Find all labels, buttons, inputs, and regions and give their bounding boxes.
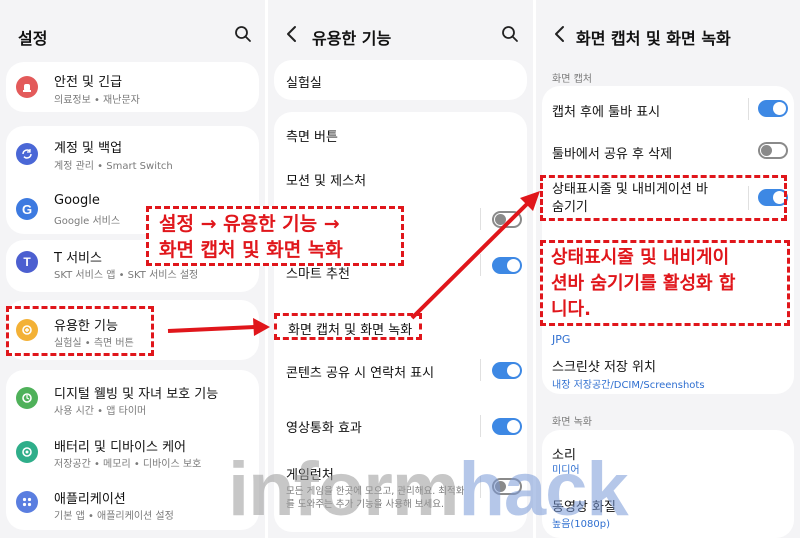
item-subtitle: 의료정보 • 재난문자 bbox=[54, 95, 140, 106]
path-callout: 설정 → 유용한 기능 → 화면 캡처 및 화면 녹화 bbox=[146, 206, 404, 266]
item-title: 계정 및 백업 bbox=[54, 141, 123, 156]
settings-item-battery[interactable]: 배터리 및 디바이스 케어 저장공간 • 메모리 • 디바이스 보호 bbox=[6, 426, 259, 478]
search-icon[interactable] bbox=[234, 25, 252, 43]
item-subtitle: SKT 서비스 앱 • SKT 서비스 설정 bbox=[54, 270, 199, 281]
item-subtitle: 내장 저장공간/DCIM/Screenshots bbox=[552, 380, 705, 391]
item-title: 영상통화 효과 bbox=[286, 421, 362, 436]
delete-toggle[interactable] bbox=[758, 142, 788, 159]
item-title: 스크린샷 저장 위치 bbox=[552, 360, 656, 375]
item-subtitle: JPG bbox=[552, 333, 571, 346]
advanced-header: 유용한 기능 bbox=[268, 0, 533, 62]
toggle-separator bbox=[480, 415, 481, 437]
note-line-2: 션바 숨기기를 활성화 합 bbox=[551, 273, 736, 294]
back-arrow-icon[interactable] bbox=[550, 24, 570, 44]
item-title: 디지털 웰빙 및 자녀 보호 기능 bbox=[54, 387, 219, 402]
note-line-1: 상태표시줄 및 내비게이 bbox=[551, 247, 730, 268]
item-subtitle: 기본 앱 • 애플리케이션 설정 bbox=[54, 511, 174, 522]
item-title: 애플리케이션 bbox=[54, 492, 126, 507]
settings-item-wellbeing[interactable]: 디지털 웰빙 및 자녀 보호 기능 사용 시간 • 앱 타이머 bbox=[6, 370, 259, 426]
section-header-record: 화면 녹화 bbox=[552, 417, 592, 428]
page-title: 화면 캡처 및 화면 녹화 bbox=[576, 29, 731, 48]
hidden-toggle[interactable] bbox=[492, 211, 522, 228]
item-title: 모션 및 제스처 bbox=[286, 174, 367, 189]
item-subtitle: Google 서비스 bbox=[54, 216, 121, 227]
item-title: Google bbox=[54, 193, 100, 208]
toggle-separator bbox=[480, 359, 481, 381]
smart-reco-toggle[interactable] bbox=[492, 257, 522, 274]
section-header-capture: 화면 캡처 bbox=[552, 74, 592, 85]
note-callout: 상태표시줄 및 내비게이 션바 숨기기를 활성화 합 니다. bbox=[540, 240, 790, 326]
screenshots-header: 화면 캡처 및 화면 녹화 bbox=[536, 0, 800, 62]
item-title: T 서비스 bbox=[54, 251, 102, 266]
list-item-video-effect[interactable]: 영상통화 효과 bbox=[274, 398, 527, 450]
page-title: 설정 bbox=[18, 29, 48, 48]
page-title: 유용한 기능 bbox=[312, 29, 392, 48]
google-icon: G bbox=[16, 198, 38, 220]
path-line-2: 화면 캡처 및 화면 녹화 bbox=[159, 239, 343, 261]
list-item-labs[interactable]: 실험실 bbox=[274, 60, 527, 100]
toggle-separator bbox=[480, 208, 481, 230]
settings-group-care: 디지털 웰빙 및 자녀 보호 기능 사용 시간 • 앱 타이머 배터리 및 디바… bbox=[6, 370, 259, 530]
highlight-screenshots-item bbox=[274, 313, 422, 340]
settings-panel: 설정 안전 및 긴급 의료정보 • 재난문자 계정 및 백업 계정 관리 • S… bbox=[0, 0, 265, 538]
sync-icon bbox=[16, 143, 38, 165]
note-line-3: 니다. bbox=[551, 299, 591, 320]
watermark-logo: informhack bbox=[228, 446, 629, 533]
item-subtitle: 사용 시간 • 앱 타이머 bbox=[54, 406, 147, 417]
path-line-1: 설정 → 유용한 기능 → bbox=[159, 213, 340, 235]
settings-group-safety: 안전 및 긴급 의료정보 • 재난문자 bbox=[6, 62, 259, 112]
settings-item-safety[interactable]: 안전 및 긴급 의료정보 • 재난문자 bbox=[6, 62, 259, 112]
toolbar-toggle[interactable] bbox=[758, 100, 788, 117]
item-title: 배터리 및 디바이스 케어 bbox=[54, 440, 186, 455]
back-arrow-icon[interactable] bbox=[282, 24, 302, 44]
settings-header: 설정 bbox=[0, 0, 265, 62]
item-title: 콘텐츠 공유 시 연락처 표시 bbox=[286, 366, 435, 381]
item-title: 캡처 후에 툴바 표시 bbox=[552, 105, 661, 120]
item-subtitle: 저장공간 • 메모리 • 디바이스 보호 bbox=[54, 459, 202, 470]
list-item-toolbar[interactable]: 캡처 후에 툴바 표시 bbox=[542, 86, 794, 130]
apps-icon bbox=[16, 491, 38, 513]
list-item-contact-share[interactable]: 콘텐츠 공유 시 연락처 표시 bbox=[274, 342, 527, 398]
siren-icon bbox=[16, 76, 38, 98]
watermark-part-2: hack bbox=[458, 447, 628, 532]
toggle-separator bbox=[480, 254, 481, 276]
list-item-delete-after-share[interactable]: 툴바에서 공유 후 삭제 bbox=[542, 130, 794, 172]
wellbeing-icon bbox=[16, 387, 38, 409]
contact-share-toggle[interactable] bbox=[492, 362, 522, 379]
highlight-hide-bars bbox=[540, 175, 787, 221]
item-title: 안전 및 긴급 bbox=[54, 75, 123, 90]
item-title: 툴바에서 공유 후 삭제 bbox=[552, 147, 673, 162]
toggle-separator bbox=[748, 98, 749, 120]
highlight-advanced-features bbox=[6, 306, 154, 356]
t-service-icon: T bbox=[16, 251, 38, 273]
item-title: 실험실 bbox=[286, 76, 322, 91]
item-subtitle: 계정 관리 • Smart Switch bbox=[54, 161, 173, 172]
settings-item-accounts[interactable]: 계정 및 백업 계정 관리 • Smart Switch bbox=[6, 126, 259, 182]
settings-item-apps[interactable]: 애플리케이션 기본 앱 • 애플리케이션 설정 bbox=[6, 478, 259, 530]
list-item-motions[interactable]: 모션 및 제스처 bbox=[274, 158, 527, 198]
list-item-side-button[interactable]: 측면 버튼 bbox=[274, 112, 527, 158]
labs-group: 실험실 bbox=[274, 60, 527, 100]
search-icon[interactable] bbox=[501, 25, 519, 43]
watermark-part-1: inform bbox=[228, 447, 459, 532]
device-care-icon bbox=[16, 441, 38, 463]
list-item-save-location[interactable]: 스크린샷 저장 위치 내장 저장공간/DCIM/Screenshots bbox=[542, 348, 794, 394]
video-effect-toggle[interactable] bbox=[492, 418, 522, 435]
item-title: 측면 버튼 bbox=[286, 130, 338, 145]
